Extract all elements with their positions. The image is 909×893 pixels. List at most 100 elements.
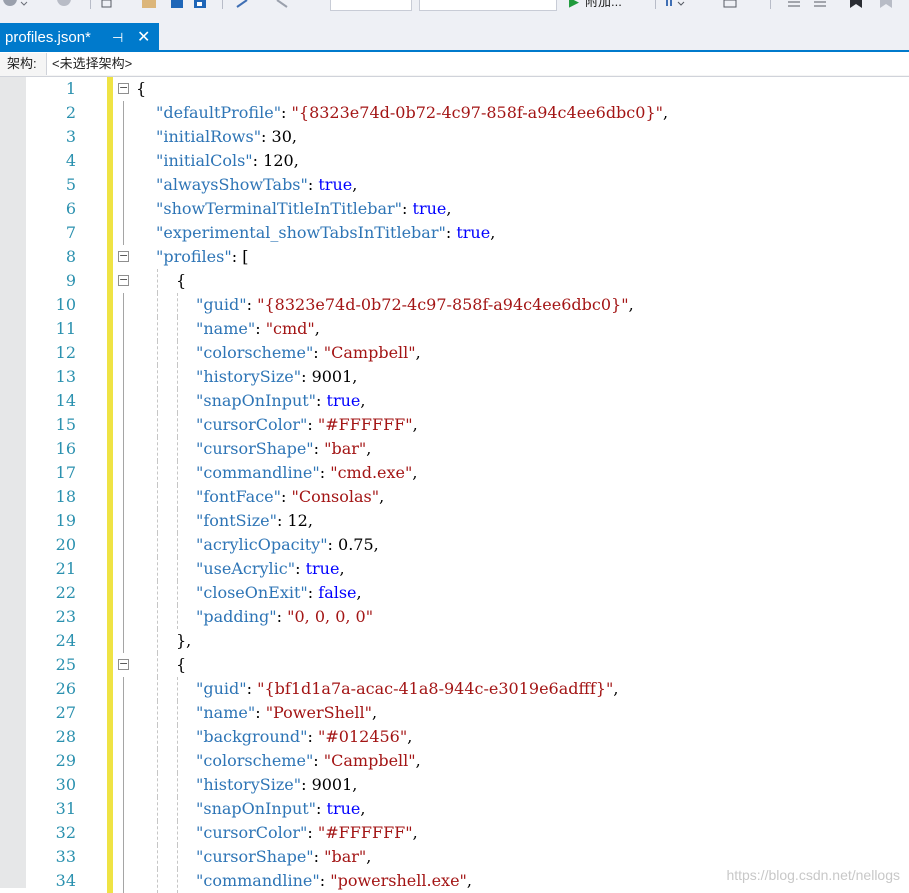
code-line[interactable]: 30 "historySize": 9001, [0,773,909,797]
string-value: "{bf1d1a7a-acac-41a8-944c-e3019e6adfff}" [257,679,614,698]
settings-icon[interactable] [722,0,738,9]
code-line[interactable]: 7 "experimental_showTabsInTitlebar": true… [0,221,909,245]
code-text: "fontFace": "Consolas", [196,485,384,509]
code-text: "fontSize": 12, [196,509,313,533]
punctuation: : [313,751,324,770]
code-line[interactable]: 19 "fontSize": 12, [0,509,909,533]
code-line[interactable]: 20 "acrylicOpacity": 0.75, [0,533,909,557]
code-text: "cursorShape": "bar", [196,845,371,869]
code-line[interactable]: 31 "snapOnInput": true, [0,797,909,821]
punctuation: : [445,223,457,242]
code-editor[interactable]: 1−{2 "defaultProfile": "{8323e74d-0b72-4c… [0,77,909,893]
code-line[interactable]: 16 "cursorShape": "bar", [0,437,909,461]
code-line[interactable]: 15 "cursorColor": "#FFFFFF", [0,413,909,437]
code-line[interactable]: 23 "padding": "0, 0, 0, 0" [0,605,909,629]
punctuation: , [415,343,421,362]
code-line[interactable]: 24}, [0,629,909,653]
code-line[interactable]: 2 "defaultProfile": "{8323e74d-0b72-4c97-… [0,101,909,125]
code-line[interactable]: 10 "guid": "{8323e74d-0b72-4c97-858f-a94c… [0,293,909,317]
pin-icon[interactable]: ⊣ [112,23,123,52]
indent-guide [157,653,158,677]
code-line[interactable]: 8 − "profiles": [ [0,245,909,269]
collapse-toggle-icon[interactable]: − [118,250,129,262]
indent-guide [177,293,178,317]
code-line[interactable]: 18 "fontFace": "Consolas", [0,485,909,509]
open-folder-icon[interactable] [140,0,158,9]
punctuation: , [466,871,472,890]
indent-guide [177,821,178,845]
outdent-icon[interactable] [812,0,828,9]
save-icon[interactable] [170,0,184,9]
code-line[interactable]: 17 "commandline": "cmd.exe", [0,461,909,485]
toolbar-separator [222,0,223,9]
code-line[interactable]: 22 "closeOnExit": false, [0,581,909,605]
code-line[interactable]: 32 "cursorColor": "#FFFFFF", [0,821,909,845]
punctuation: : [402,199,413,218]
save-all-icon[interactable] [193,0,207,9]
chevron-down-icon[interactable] [20,0,28,9]
property-name: "colorscheme" [196,751,314,770]
indent-guide [157,461,158,485]
architecture-label: 架构: [7,56,37,71]
forward-icon[interactable] [56,0,72,9]
code-line[interactable]: 12 "colorscheme": "Campbell", [0,341,909,365]
undo-icon[interactable] [234,0,250,9]
line-number: 14 [55,391,76,410]
code-line[interactable]: 9 − { [0,269,909,293]
code-line[interactable]: 28 "background": "#012456", [0,725,909,749]
code-line[interactable]: 26 "guid": "{bf1d1a7a-acac-41a8-944c-e301… [0,677,909,701]
tab-profiles-json[interactable]: profiles.json* ⊣ ✕ [0,23,159,52]
property-name: "historySize" [196,775,302,794]
redo-icon[interactable] [274,0,290,9]
code-line[interactable]: 11 "name": "cmd", [0,317,909,341]
change-marker [107,437,113,461]
architecture-dropdown[interactable]: <未选择架构> [46,53,909,75]
line-number: 15 [55,415,76,434]
code-line[interactable]: 14 "snapOnInput": true, [0,389,909,413]
property-name: "initialCols" [156,151,253,170]
line-number: 23 [55,607,76,626]
code-line[interactable]: 25 − { [0,653,909,677]
code-text: "closeOnExit": false, [196,581,362,605]
punctuation: : [307,823,318,842]
punctuation: }, [176,631,192,650]
close-icon[interactable]: ✕ [137,23,150,52]
code-line[interactable]: 3 "initialRows": 30, [0,125,909,149]
code-line[interactable]: 1 −{ [0,77,909,101]
bookmark-icon[interactable] [848,0,864,9]
code-line[interactable]: 4 "initialCols": 120, [0,149,909,173]
indent-guide [157,557,158,581]
string-value: "powershell.exe" [330,871,467,890]
solution-config-dropdown[interactable] [330,0,412,11]
change-marker [107,701,113,725]
punctuation: , [352,367,358,386]
punctuation: , [415,751,421,770]
code-text: }, [176,629,191,653]
indent-icon[interactable] [786,0,802,9]
code-line[interactable]: 21 "useAcrylic": true, [0,557,909,581]
collapse-toggle-icon[interactable]: − [118,658,129,670]
new-file-icon[interactable] [100,0,114,9]
bookmark-next-icon[interactable] [878,0,894,9]
code-line[interactable]: 13 "historySize": 9001, [0,365,909,389]
string-value: "Campbell" [323,751,416,770]
property-name: "defaultProfile" [156,103,282,122]
code-line[interactable]: 33 "cursorShape": "bar", [0,845,909,869]
collapse-toggle-icon[interactable]: − [118,82,129,94]
code-line[interactable]: 27 "name": "PowerShell", [0,701,909,725]
boolean-value: false [318,583,357,602]
property-name: "historySize" [196,367,302,386]
code-line[interactable]: 5 "alwaysShowTabs": true, [0,173,909,197]
indent-guide [157,509,158,533]
platform-dropdown[interactable] [419,0,557,11]
code-line[interactable]: 29 "colorscheme": "Campbell", [0,749,909,773]
boolean-value: true [456,223,491,242]
collapse-toggle-icon[interactable]: − [118,274,129,286]
attach-button[interactable]: ▶ 附加... [569,0,622,10]
indent-guide [157,749,158,773]
punctuation: : [319,871,331,890]
punctuation: , [662,103,669,122]
find-icon[interactable] [664,0,686,9]
code-line[interactable]: 6 "showTerminalTitleInTitlebar": true, [0,197,909,221]
back-icon[interactable] [2,0,18,9]
